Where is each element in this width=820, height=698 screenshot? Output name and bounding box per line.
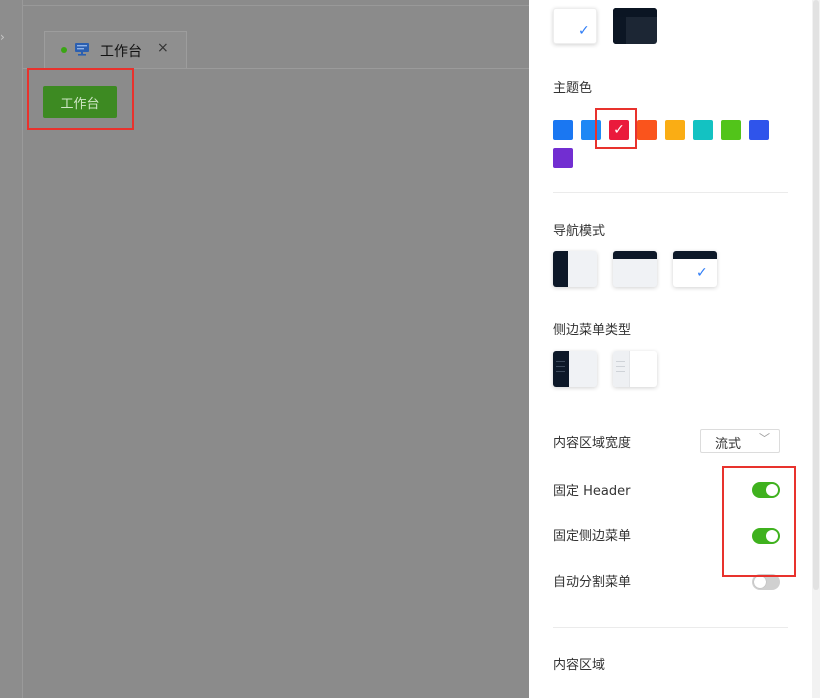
close-icon[interactable]: × [157,40,169,56]
highlight-box-swatch [595,108,637,149]
nav-mode-side[interactable] [553,251,597,287]
fixed-side-menu-label: 固定侧边菜单 [553,529,632,544]
check-icon: ✓ [696,265,708,281]
theme-light-option[interactable]: ✓ [553,8,597,44]
header-divider [22,5,529,6]
swatch-orange[interactable] [637,120,657,140]
side-menu-type-title: 侧边菜单类型 [553,323,632,338]
content-area-title: 内容区域 [553,658,606,673]
swatch-geek-blue[interactable] [749,120,769,140]
swatch-blue[interactable] [553,120,573,140]
sidebar-collapsed: › [0,0,23,698]
nav-mode-top[interactable] [613,251,657,287]
tab-workspace[interactable]: 工作台 × [44,31,187,68]
side-menu-dark[interactable] [553,351,597,387]
content-width-value: 流式 [715,437,742,452]
content-width-select[interactable]: 流式 ﹀ [700,429,780,453]
divider [553,192,788,193]
tab-label: 工作台 [100,44,142,60]
highlight-box-toggles [722,466,796,577]
highlight-box-button [27,68,134,130]
swatch-purple[interactable] [553,148,573,168]
side-menu-light[interactable] [613,351,657,387]
theme-color-title: 主题色 [553,81,593,96]
nav-mode-mix[interactable]: ✓ [673,251,717,287]
expand-sidebar-icon[interactable]: › [0,28,10,46]
auto-split-menu-label: 自动分割菜单 [553,575,632,590]
settings-drawer [529,0,812,698]
swatch-gold[interactable] [665,120,685,140]
theme-dark-option[interactable] [613,8,657,44]
swatch-green[interactable] [721,120,741,140]
active-dot-icon [61,47,67,53]
swatch-cyan[interactable] [693,120,713,140]
divider [553,627,788,628]
content-width-label: 内容区域宽度 [553,436,632,451]
scrollbar-thumb[interactable] [813,0,819,590]
chevron-down-icon: ﹀ [759,432,770,445]
nav-mode-title: 导航模式 [553,224,606,239]
monitor-icon [75,43,89,56]
check-icon: ✓ [578,23,590,39]
fixed-header-label: 固定 Header [553,484,631,499]
